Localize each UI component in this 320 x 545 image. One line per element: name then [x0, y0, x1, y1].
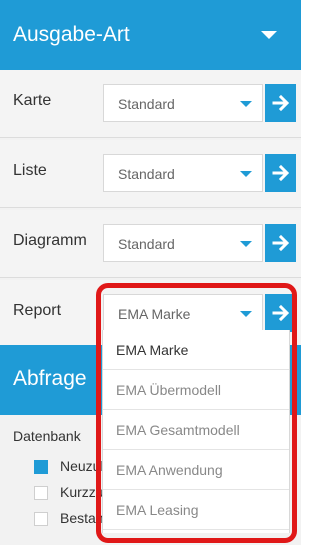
report-go-button[interactable] — [265, 294, 296, 332]
arrow-right-icon — [272, 94, 289, 112]
datenbank-label: Datenbank — [13, 428, 81, 444]
row-label: Report — [13, 302, 62, 319]
abfrage-title: Abfrage — [13, 367, 87, 390]
output-panel: Ausgabe-Art Karte Standard Liste Standar… — [0, 0, 301, 545]
dropdown-option-ema-gesamtmodell[interactable]: EMA Gesamtmodell — [103, 410, 289, 450]
caret-down-icon — [240, 171, 252, 177]
diagramm-go-button[interactable] — [265, 224, 296, 262]
dropdown-option-ema-marke[interactable]: EMA Marke — [103, 330, 289, 370]
select-value: Standard — [118, 166, 175, 182]
liste-go-button[interactable] — [265, 154, 296, 192]
row-liste: Liste Standard — [0, 140, 301, 208]
liste-select[interactable]: Standard — [103, 154, 263, 192]
row-label: Liste — [13, 162, 47, 179]
dropdown-option-ema-uebermodell[interactable]: EMA Übermodell — [103, 370, 289, 410]
dropdown-option-ema-anwendung[interactable]: EMA Anwendung — [103, 450, 289, 490]
arrow-right-icon — [272, 234, 289, 252]
report-dropdown-list: EMA Marke EMA Übermodell EMA Gesamtmodel… — [102, 330, 290, 533]
checkbox[interactable] — [34, 512, 48, 526]
caret-down-icon — [240, 311, 252, 317]
arrow-right-icon — [272, 164, 289, 182]
header-title: Ausgabe-Art — [13, 23, 130, 46]
report-select[interactable]: EMA Marke — [103, 294, 263, 332]
karte-go-button[interactable] — [265, 84, 296, 122]
caret-down-icon — [240, 101, 252, 107]
ausgabe-art-header[interactable]: Ausgabe-Art — [0, 0, 301, 70]
checkbox[interactable] — [34, 486, 48, 500]
dropdown-option-ema-leasing[interactable]: EMA Leasing — [103, 490, 289, 530]
chevron-down-icon[interactable] — [261, 31, 277, 39]
checkbox-checked[interactable] — [34, 460, 48, 474]
select-value: EMA Marke — [118, 306, 191, 322]
select-value: Standard — [118, 236, 175, 252]
row-karte: Karte Standard — [0, 70, 301, 138]
row-label: Karte — [13, 92, 52, 109]
select-value: Standard — [118, 96, 175, 112]
arrow-right-icon — [272, 304, 289, 322]
row-label: Diagramm — [13, 232, 87, 249]
row-diagramm: Diagramm Standard — [0, 210, 301, 278]
karte-select[interactable]: Standard — [103, 84, 263, 122]
caret-down-icon — [240, 241, 252, 247]
diagramm-select[interactable]: Standard — [103, 224, 263, 262]
